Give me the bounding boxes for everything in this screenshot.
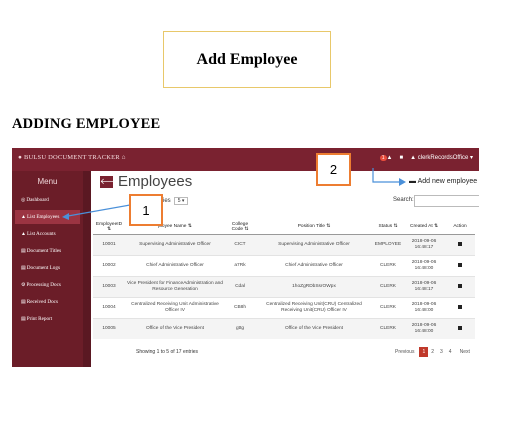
callout-two: 2 xyxy=(316,153,351,186)
arrow-one-head xyxy=(62,213,69,220)
arrow-two-line xyxy=(372,168,400,183)
annotation-arrows xyxy=(62,168,406,220)
callout-two-number: 2 xyxy=(329,162,338,177)
arrow-one-line xyxy=(67,204,131,217)
callout-one-number: 1 xyxy=(142,202,150,218)
arrow-two-head xyxy=(399,178,406,186)
callout-one: 1 xyxy=(129,194,163,226)
